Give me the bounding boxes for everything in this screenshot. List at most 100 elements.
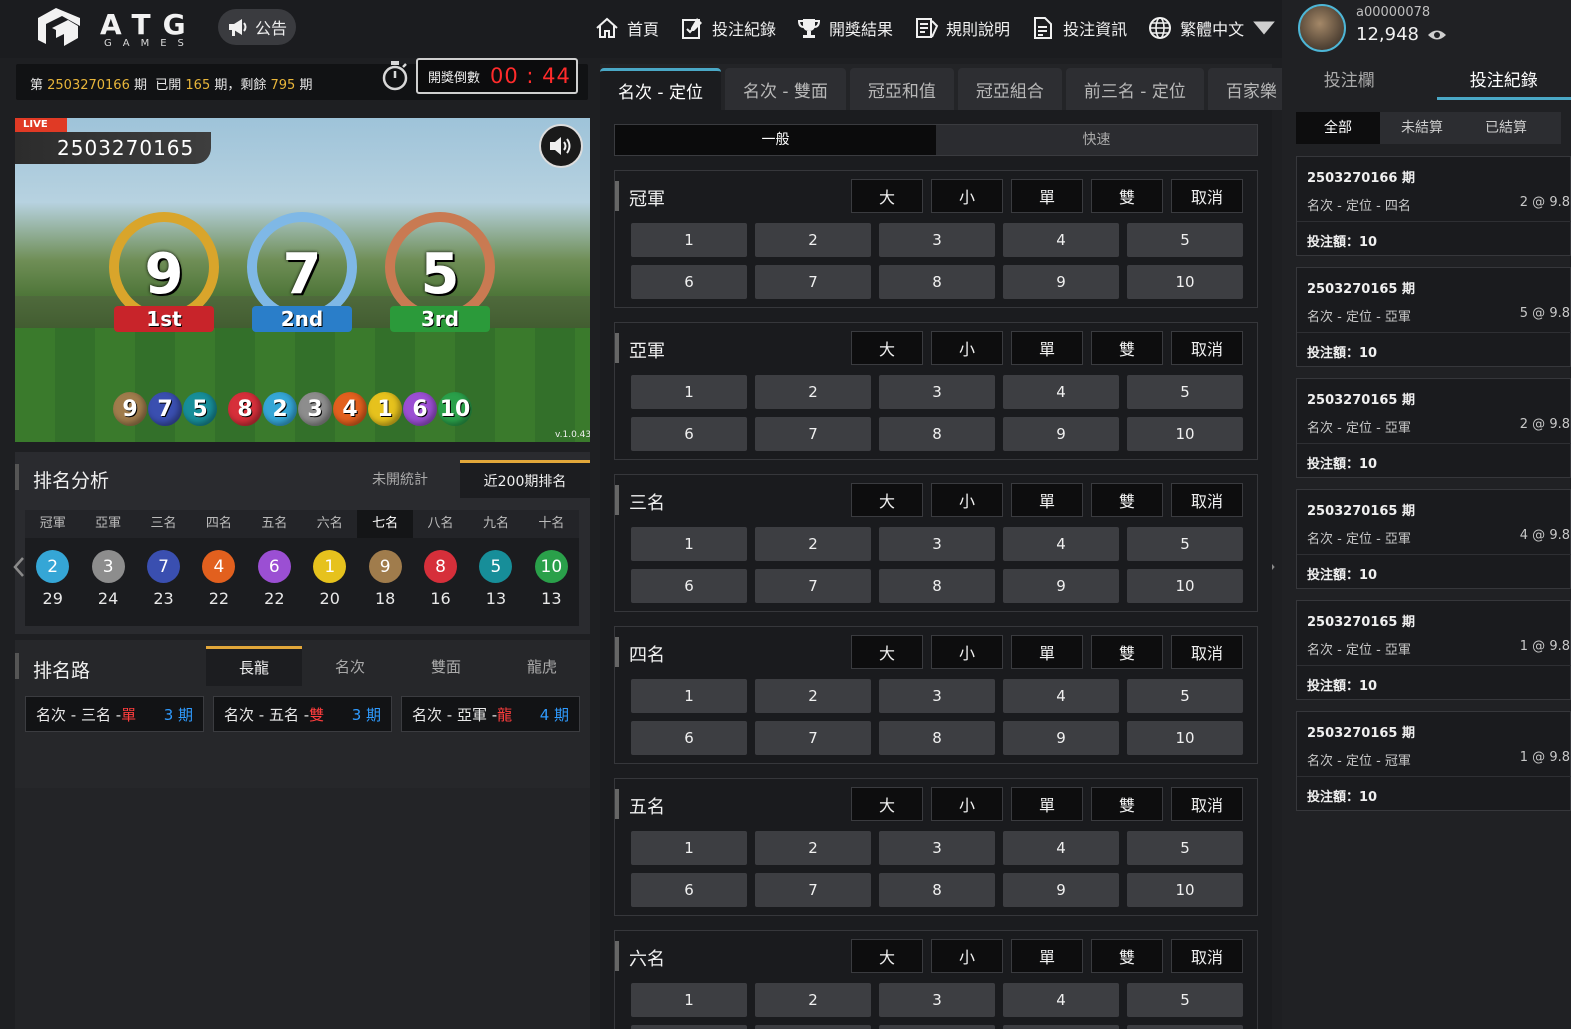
bet-option-button[interactable]: 大 bbox=[851, 331, 923, 365]
bet-option-button[interactable]: 小 bbox=[931, 331, 1003, 365]
bet-option-button[interactable]: 大 bbox=[851, 179, 923, 213]
bet-option-button[interactable]: 雙 bbox=[1091, 635, 1163, 669]
record-card[interactable]: 2503270165 期名次 - 定位 - 亞軍 4 @ 9.8 投注額：10 bbox=[1296, 489, 1571, 589]
number-button[interactable]: 8 bbox=[879, 569, 995, 603]
number-button[interactable]: 10 bbox=[1127, 265, 1243, 299]
bet-option-button[interactable]: 大 bbox=[851, 635, 923, 669]
number-button[interactable]: 8 bbox=[879, 417, 995, 451]
number-button[interactable]: 8 bbox=[879, 1025, 995, 1029]
number-button[interactable]: 1 bbox=[631, 831, 747, 865]
nav-bet-info[interactable]: 投注資訊 bbox=[1030, 15, 1127, 41]
number-button[interactable]: 3 bbox=[879, 679, 995, 713]
rank-header[interactable]: 冠軍 bbox=[25, 510, 80, 538]
chevron-left-icon[interactable] bbox=[12, 556, 26, 578]
bet-option-button[interactable]: 小 bbox=[931, 635, 1003, 669]
atg-logo[interactable]: ATG GAMES bbox=[34, 4, 204, 52]
number-button[interactable]: 1 bbox=[631, 983, 747, 1017]
number-button[interactable]: 2 bbox=[755, 527, 871, 561]
filter-settled[interactable]: 已結算 bbox=[1464, 112, 1548, 144]
bet-option-button[interactable]: 單 bbox=[1011, 939, 1083, 973]
number-button[interactable]: 7 bbox=[755, 873, 871, 907]
tab-bet-history[interactable]: 投注紀錄 bbox=[1436, 62, 1571, 100]
number-button[interactable]: 5 bbox=[1127, 983, 1243, 1017]
avatar[interactable] bbox=[1298, 4, 1346, 52]
mode-option[interactable]: 一般 bbox=[615, 125, 936, 155]
road-tab[interactable]: 長龍 bbox=[206, 646, 302, 686]
number-button[interactable]: 5 bbox=[1127, 223, 1243, 257]
road-item[interactable]: 名次 - 三名 - 單 3 期 bbox=[25, 696, 204, 732]
number-button[interactable]: 6 bbox=[631, 721, 747, 755]
number-button[interactable]: 3 bbox=[879, 983, 995, 1017]
bet-option-button[interactable]: 小 bbox=[931, 787, 1003, 821]
number-button[interactable]: 4 bbox=[1003, 223, 1119, 257]
bet-option-button[interactable]: 取消 bbox=[1171, 635, 1243, 669]
number-button[interactable]: 10 bbox=[1127, 1025, 1243, 1029]
record-card[interactable]: 2503270165 期名次 - 定位 - 亞軍 2 @ 9.8 投注額：10 bbox=[1296, 378, 1571, 478]
bet-option-button[interactable]: 單 bbox=[1011, 179, 1083, 213]
number-button[interactable]: 5 bbox=[1127, 679, 1243, 713]
road-tab[interactable]: 龍虎 bbox=[494, 646, 590, 686]
rank-header[interactable]: 三名 bbox=[136, 510, 191, 538]
bet-option-button[interactable]: 取消 bbox=[1171, 179, 1243, 213]
bet-option-button[interactable]: 雙 bbox=[1091, 787, 1163, 821]
rank-header[interactable]: 七名 bbox=[357, 510, 413, 538]
bet-option-button[interactable]: 大 bbox=[851, 483, 923, 517]
bet-type-tab[interactable]: 前三名 - 定位 bbox=[1065, 68, 1204, 110]
number-button[interactable]: 6 bbox=[631, 265, 747, 299]
bet-option-button[interactable]: 小 bbox=[931, 179, 1003, 213]
tab-bet-slip[interactable]: 投注欄 bbox=[1282, 62, 1417, 100]
number-button[interactable]: 5 bbox=[1127, 831, 1243, 865]
number-button[interactable]: 5 bbox=[1127, 527, 1243, 561]
rank-header[interactable]: 五名 bbox=[247, 510, 302, 538]
eye-icon[interactable] bbox=[1427, 28, 1447, 42]
rank-header[interactable]: 亞軍 bbox=[80, 510, 135, 538]
bet-option-button[interactable]: 取消 bbox=[1171, 787, 1243, 821]
mode-option[interactable]: 快速 bbox=[936, 125, 1257, 155]
number-button[interactable]: 7 bbox=[755, 721, 871, 755]
rank-header[interactable]: 八名 bbox=[413, 510, 468, 538]
number-button[interactable]: 10 bbox=[1127, 873, 1243, 907]
rank-header[interactable]: 九名 bbox=[468, 510, 523, 538]
tab-unopened-stats[interactable]: 未開統計 bbox=[345, 460, 455, 498]
live-video[interactable]: LIVE 2503270165 9 1st 7 2nd 5 3rd 975823… bbox=[15, 118, 590, 442]
road-tab[interactable]: 名次 bbox=[302, 646, 398, 686]
sound-button[interactable] bbox=[539, 124, 583, 168]
number-button[interactable]: 6 bbox=[631, 569, 747, 603]
number-button[interactable]: 3 bbox=[879, 527, 995, 561]
number-button[interactable]: 1 bbox=[631, 527, 747, 561]
road-tab[interactable]: 雙面 bbox=[398, 646, 494, 686]
notice-button[interactable]: 公告 bbox=[218, 9, 296, 45]
number-button[interactable]: 7 bbox=[755, 1025, 871, 1029]
number-button[interactable]: 9 bbox=[1003, 1025, 1119, 1029]
nav-home[interactable]: 首頁 bbox=[594, 15, 659, 41]
number-button[interactable]: 2 bbox=[755, 831, 871, 865]
rank-header[interactable]: 四名 bbox=[191, 510, 246, 538]
number-button[interactable]: 4 bbox=[1003, 831, 1119, 865]
number-button[interactable]: 2 bbox=[755, 983, 871, 1017]
bet-option-button[interactable]: 雙 bbox=[1091, 483, 1163, 517]
bet-type-tab[interactable]: 冠亞和值 bbox=[849, 68, 954, 110]
bet-option-button[interactable]: 取消 bbox=[1171, 331, 1243, 365]
number-button[interactable]: 1 bbox=[631, 679, 747, 713]
number-button[interactable]: 6 bbox=[631, 1025, 747, 1029]
number-button[interactable]: 4 bbox=[1003, 679, 1119, 713]
record-card[interactable]: 2503270165 期名次 - 定位 - 冠軍 1 @ 9.8 投注額：10 bbox=[1296, 711, 1571, 811]
number-button[interactable]: 2 bbox=[755, 375, 871, 409]
number-button[interactable]: 6 bbox=[631, 873, 747, 907]
bet-type-tab[interactable]: 名次 - 定位 bbox=[600, 68, 721, 110]
number-button[interactable]: 9 bbox=[1003, 873, 1119, 907]
number-button[interactable]: 7 bbox=[755, 265, 871, 299]
number-button[interactable]: 4 bbox=[1003, 527, 1119, 561]
number-button[interactable]: 10 bbox=[1127, 417, 1243, 451]
number-button[interactable]: 7 bbox=[755, 569, 871, 603]
number-button[interactable]: 9 bbox=[1003, 721, 1119, 755]
nav-results[interactable]: 開獎結果 bbox=[796, 15, 893, 41]
road-item[interactable]: 名次 - 亞軍 - 龍 4 期 bbox=[401, 696, 580, 732]
rank-header[interactable]: 十名 bbox=[524, 510, 579, 538]
number-button[interactable]: 9 bbox=[1003, 569, 1119, 603]
bet-type-tab[interactable]: 冠亞組合 bbox=[957, 68, 1062, 110]
record-card[interactable]: 2503270166 期名次 - 定位 - 四名 2 @ 9.8 投注額：10 bbox=[1296, 156, 1571, 256]
bet-option-button[interactable]: 單 bbox=[1011, 787, 1083, 821]
bet-option-button[interactable]: 取消 bbox=[1171, 939, 1243, 973]
bet-option-button[interactable]: 雙 bbox=[1091, 331, 1163, 365]
